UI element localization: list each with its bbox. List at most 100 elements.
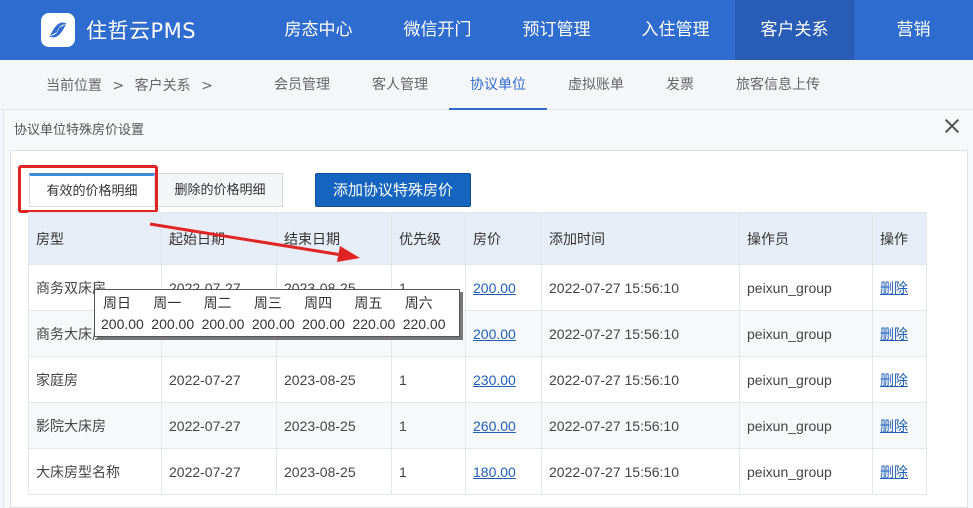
breadcrumb-label: 当前位置 bbox=[46, 78, 102, 94]
cell-action: 删除 bbox=[872, 448, 927, 495]
col-start-date: 起始日期 bbox=[161, 212, 277, 265]
delete-link[interactable]: 删除 bbox=[880, 465, 908, 481]
tab-deleted-prices[interactable]: 删除的价格明细 bbox=[157, 173, 283, 207]
cell-start-date: 2022-07-27 bbox=[161, 448, 277, 495]
tab-valid-prices[interactable]: 有效的价格明细 bbox=[29, 173, 155, 207]
col-operator: 操作员 bbox=[739, 212, 873, 265]
tooltip-day: 周三 bbox=[253, 296, 282, 312]
sub-tabs: 会员管理 客人管理 协议单位 虚拟账单 发票 旅客信息上传 bbox=[253, 60, 841, 110]
cell-operator: peixun_group bbox=[739, 402, 873, 449]
breadcrumb-current[interactable]: 客户关系 bbox=[135, 78, 191, 94]
tooltip-price: 220.00 bbox=[352, 316, 396, 332]
cell-start-date: 2022-07-27 bbox=[161, 402, 277, 449]
tooltip-weekdays: 周日 周一 周二 周三 周四 周五 周六 bbox=[101, 294, 453, 314]
tab-virtual-accounts[interactable]: 虚拟账单 bbox=[547, 60, 645, 110]
delete-link[interactable]: 删除 bbox=[880, 373, 908, 389]
nav-wechat-door[interactable]: 微信开门 bbox=[378, 0, 497, 60]
cell-priority: 1 bbox=[391, 448, 466, 495]
close-icon[interactable] bbox=[942, 116, 962, 136]
price-link[interactable]: 200.00 bbox=[473, 280, 516, 296]
col-added-time: 添加时间 bbox=[541, 212, 740, 265]
cell-end-date: 2023-08-25 bbox=[276, 402, 392, 449]
cell-action: 删除 bbox=[872, 356, 927, 403]
cell-operator: peixun_group bbox=[739, 264, 873, 311]
cell-action: 删除 bbox=[872, 402, 927, 449]
cell-price: 180.00 bbox=[465, 448, 542, 495]
col-priority: 优先级 bbox=[391, 212, 466, 265]
cell-operator: peixun_group bbox=[739, 310, 873, 357]
cell-end-date: 2023-08-25 bbox=[276, 356, 392, 403]
tab-invoices[interactable]: 发票 bbox=[645, 60, 715, 110]
cell-added-time: 2022-07-27 15:56:10 bbox=[541, 356, 740, 403]
cell-action: 删除 bbox=[872, 310, 927, 357]
nav-reservation[interactable]: 预订管理 bbox=[497, 0, 616, 60]
cell-price: 260.00 bbox=[465, 402, 542, 449]
col-end-date: 结束日期 bbox=[276, 212, 392, 265]
col-action: 操作 bbox=[872, 212, 927, 265]
tooltip-prices: 200.00 200.00 200.00 200.00 200.00 220.0… bbox=[101, 314, 453, 334]
tooltip-price: 200.00 bbox=[101, 316, 144, 332]
tooltip-price: 200.00 bbox=[251, 316, 295, 332]
cell-price: 200.00 bbox=[465, 310, 542, 357]
price-table: 房型 起始日期 结束日期 优先级 房价 添加时间 操作员 操作 商务双床房 20… bbox=[28, 212, 927, 495]
price-link[interactable]: 200.00 bbox=[473, 326, 516, 342]
tooltip-day: 周日 bbox=[103, 296, 131, 312]
price-link[interactable]: 180.00 bbox=[473, 464, 516, 480]
tab-members[interactable]: 会员管理 bbox=[253, 60, 351, 110]
tab-agreement-units[interactable]: 协议单位 bbox=[449, 60, 547, 110]
sub-navbar: 当前位置 > 客户关系 > 会员管理 客人管理 协议单位 虚拟账单 发票 旅客信… bbox=[0, 60, 973, 110]
cell-priority: 1 bbox=[391, 356, 466, 403]
tooltip-price: 200.00 bbox=[201, 316, 245, 332]
nav-marketing[interactable]: 营销 bbox=[854, 0, 973, 60]
cell-room-type: 家庭房 bbox=[28, 356, 162, 403]
cell-added-time: 2022-07-27 15:56:10 bbox=[541, 264, 740, 311]
cell-added-time: 2022-07-27 15:56:10 bbox=[541, 402, 740, 449]
weekday-price-tooltip: 周日 周一 周二 周三 周四 周五 周六 200.00 200.00 200.0… bbox=[94, 289, 460, 337]
nav-room-status[interactable]: 房态中心 bbox=[259, 0, 378, 60]
cell-price: 230.00 bbox=[465, 356, 542, 403]
main-nav: 房态中心 微信开门 预订管理 入住管理 客户关系 营销 bbox=[259, 0, 973, 60]
dialog-title: 协议单位特殊房价设置 bbox=[14, 123, 145, 138]
cell-action: 删除 bbox=[872, 264, 927, 311]
tab-guests[interactable]: 客人管理 bbox=[351, 60, 449, 110]
delete-link[interactable]: 删除 bbox=[880, 327, 908, 343]
brand-logo[interactable]: 住哲云PMS bbox=[0, 0, 259, 60]
tooltip-day: 周六 bbox=[404, 296, 433, 312]
tooltip-price: 200.00 bbox=[302, 316, 345, 332]
table-row: 大床房型名称 2022-07-27 2023-08-25 1 180.00 20… bbox=[28, 448, 927, 495]
breadcrumb-separator: > bbox=[112, 78, 125, 94]
tooltip-price: 200.00 bbox=[151, 316, 195, 332]
cell-priority: 1 bbox=[391, 402, 466, 449]
tooltip-day: 周一 bbox=[153, 296, 182, 312]
breadcrumb: 当前位置 > 客户关系 > bbox=[46, 60, 219, 112]
delete-link[interactable]: 删除 bbox=[880, 281, 908, 297]
tooltip-day: 周五 bbox=[354, 296, 383, 312]
cell-room-type: 影院大床房 bbox=[28, 402, 162, 449]
brand-name: 住哲云PMS bbox=[86, 19, 197, 43]
add-special-rate-button[interactable]: 添加协议特殊房价 bbox=[315, 173, 471, 207]
tab-guest-info-upload[interactable]: 旅客信息上传 bbox=[715, 60, 841, 110]
cell-added-time: 2022-07-27 15:56:10 bbox=[541, 310, 740, 357]
tooltip-day: 周四 bbox=[304, 296, 333, 312]
cell-added-time: 2022-07-27 15:56:10 bbox=[541, 448, 740, 495]
table-row: 影院大床房 2022-07-27 2023-08-25 1 260.00 202… bbox=[28, 402, 927, 449]
price-link[interactable]: 260.00 bbox=[473, 418, 516, 434]
cell-room-type: 大床房型名称 bbox=[28, 448, 162, 495]
breadcrumb-separator: > bbox=[201, 78, 213, 94]
cell-operator: peixun_group bbox=[739, 448, 873, 495]
table-header-row: 房型 起始日期 结束日期 优先级 房价 添加时间 操作员 操作 bbox=[28, 212, 927, 265]
cell-start-date: 2022-07-27 bbox=[161, 356, 277, 403]
price-link[interactable]: 230.00 bbox=[473, 372, 516, 388]
tooltip-price: 220.00 bbox=[402, 316, 446, 332]
nav-checkin[interactable]: 入住管理 bbox=[616, 0, 735, 60]
cell-end-date: 2023-08-25 bbox=[276, 448, 392, 495]
logo-icon bbox=[41, 13, 75, 47]
cell-operator: peixun_group bbox=[739, 356, 873, 403]
col-room-type: 房型 bbox=[28, 212, 162, 265]
delete-link[interactable]: 删除 bbox=[880, 419, 908, 435]
top-navbar: 住哲云PMS 房态中心 微信开门 预订管理 入住管理 客户关系 营销 bbox=[0, 0, 973, 60]
table-row: 家庭房 2022-07-27 2023-08-25 1 230.00 2022-… bbox=[28, 356, 927, 403]
nav-customer-relations[interactable]: 客户关系 bbox=[735, 0, 854, 60]
tooltip-day: 周二 bbox=[203, 296, 232, 312]
cell-price: 200.00 bbox=[465, 264, 542, 311]
